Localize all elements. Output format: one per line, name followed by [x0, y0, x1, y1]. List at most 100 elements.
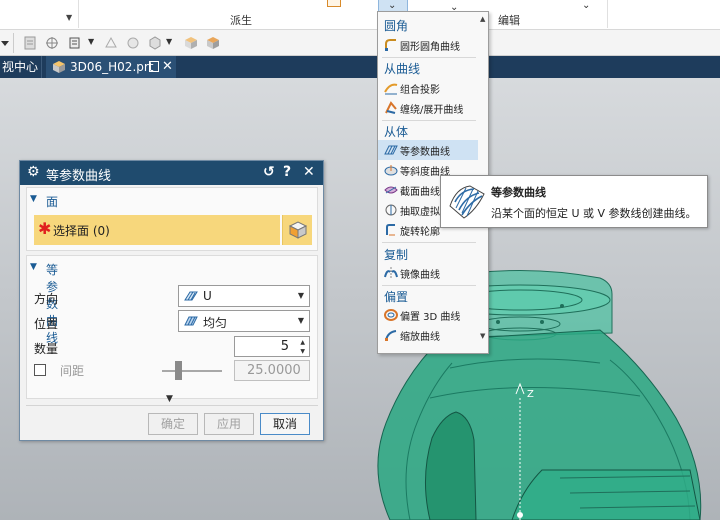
- view-tool-icon[interactable]: [103, 35, 119, 51]
- stepper-down-icon[interactable]: ▼: [300, 348, 305, 355]
- deselect-icon[interactable]: [22, 35, 38, 51]
- menu-item-mirror-curve[interactable]: 镜像曲线: [378, 263, 478, 283]
- ribbon-group-edit-label: 编辑: [498, 14, 520, 27]
- gear-icon[interactable]: ⚙: [27, 164, 40, 180]
- filter-caret-icon[interactable]: ▼: [88, 37, 94, 46]
- isoparametric-curve-dialog: ⚙ 等参数曲线 ↺ ? ✕ ▼ 面 ✱ 选择面 (0) ▼ 等参数曲线 方向 U…: [19, 160, 324, 441]
- spacing-input[interactable]: 25.0000: [234, 360, 310, 381]
- dialog-title-bar[interactable]: ⚙ 等参数曲线 ↺ ? ✕: [20, 161, 323, 185]
- spacing-slider-thumb[interactable]: [175, 361, 182, 380]
- toolbar-caret-icon[interactable]: [0, 35, 10, 51]
- tab-label: 视中心: [2, 60, 39, 74]
- menu-item-label: 旋转轮廓: [400, 227, 440, 238]
- select-face-label: 选择面 (0): [53, 224, 110, 238]
- menu-item-label: 缩放曲线: [400, 332, 440, 343]
- menu-item-circular-fillet-curve[interactable]: 圆形圆角曲线: [378, 35, 478, 55]
- ribbon-dropdown-caret[interactable]: ▼: [66, 13, 72, 22]
- render-caret-icon[interactable]: ▼: [166, 37, 172, 46]
- scale-curve-icon: [385, 330, 397, 341]
- uniform-spacing-icon: [184, 316, 198, 326]
- section-curve-icon: [384, 186, 398, 194]
- menu-item-wrap-unwrap[interactable]: 缠绕/展开曲线: [378, 98, 478, 118]
- menu-group-offset: 偏置: [384, 290, 409, 304]
- count-label: 数量: [34, 342, 59, 356]
- spacing-label: 间距: [60, 364, 85, 378]
- z-axis-label: Z: [527, 389, 534, 400]
- direction-dropdown[interactable]: U ▼: [178, 285, 310, 307]
- combined-projection-icon: [384, 83, 398, 95]
- modified-file-icon: [149, 61, 159, 72]
- offset-3d-curve-icon: [384, 309, 398, 321]
- spacing-value: 25.0000: [247, 363, 301, 378]
- layer-tool-icon[interactable]: [125, 35, 141, 51]
- menu-item-label: 截面曲线: [400, 187, 440, 198]
- dialog-divider: [26, 405, 318, 406]
- isoparametric-curve-icon: [449, 185, 485, 219]
- direction-value: U: [203, 289, 212, 303]
- render-tool-icon[interactable]: [147, 35, 163, 51]
- menu-item-label: 等参数曲线: [400, 147, 450, 158]
- face-selection-button[interactable]: [282, 215, 312, 245]
- menu-separator: [382, 285, 476, 286]
- section-box-icon[interactable]: [205, 35, 221, 51]
- spacing-checkbox[interactable]: [34, 364, 46, 376]
- help-icon[interactable]: ?: [283, 164, 291, 180]
- shaded-face-icon: [288, 221, 308, 239]
- extract-virtual-curve-icon: [385, 204, 397, 216]
- apply-button[interactable]: 应用: [204, 413, 254, 435]
- menu-separator: [382, 57, 476, 58]
- scroll-up-icon[interactable]: ▲: [480, 15, 485, 23]
- face-section-title: 面: [46, 195, 59, 209]
- ribbon-partial-icon[interactable]: [327, 0, 341, 7]
- required-star-icon: ✱: [38, 219, 52, 238]
- tooltip-title: 等参数曲线: [491, 186, 546, 199]
- close-icon[interactable]: ✕: [303, 164, 315, 180]
- menu-item-label: 镜像曲线: [400, 270, 440, 281]
- cancel-button[interactable]: 取消: [260, 413, 310, 435]
- menu-item-offset-3d-curve[interactable]: 偏置 3D 曲线: [378, 305, 478, 325]
- filter-icon[interactable]: [68, 35, 84, 51]
- close-tab-icon[interactable]: ✕: [162, 56, 173, 78]
- select-face-field[interactable]: ✱ 选择面 (0): [34, 215, 280, 245]
- stepper-up-icon[interactable]: ▲: [300, 339, 305, 346]
- ribbon: ▼ 派生 ⌄ ⌄ 编辑 ⌄: [0, 0, 720, 30]
- spacing-slider-track: [162, 370, 222, 372]
- shaded-box-icon[interactable]: [183, 35, 199, 51]
- document-tab-bar: 视中心 3D06_H02.prt ✕: [0, 56, 720, 78]
- more-options-icon[interactable]: ▼: [166, 394, 173, 404]
- menu-item-label: 圆形圆角曲线: [400, 42, 460, 53]
- ok-button[interactable]: 确定: [148, 413, 198, 435]
- menu-item-combined-projection[interactable]: 组合投影: [378, 78, 478, 98]
- tooltip-description: 沿某个面的恒定 U 或 V 参数线创建曲线。: [491, 207, 697, 220]
- isoparametric-curve-icon: [384, 145, 398, 155]
- collapse-triangle-icon: ▼: [30, 194, 37, 204]
- tab-view-center[interactable]: 视中心: [0, 56, 42, 78]
- chevron-down-icon: ▼: [297, 316, 304, 325]
- collapse-triangle-icon: ▼: [30, 262, 37, 272]
- snap-point-icon[interactable]: [44, 35, 60, 51]
- isoparametric-tooltip: 等参数曲线 沿某个面的恒定 U 或 V 参数线创建曲线。: [440, 175, 708, 228]
- menu-group-from-curve: 从曲线: [384, 62, 421, 76]
- position-dropdown[interactable]: 均匀 ▼: [178, 310, 310, 332]
- reset-icon[interactable]: ↺: [263, 164, 275, 180]
- direction-label: 方向: [34, 292, 59, 306]
- ribbon-divider: [607, 0, 608, 28]
- position-label: 位置: [34, 317, 59, 331]
- ribbon-group-derived-label: 派生: [230, 14, 252, 27]
- rotate-profile-icon: [386, 224, 395, 236]
- menu-item-scale-curve[interactable]: 缩放曲线: [378, 325, 478, 345]
- wrap-unwrap-curve-icon: [385, 101, 397, 114]
- chevron-down-icon: ▼: [297, 291, 304, 300]
- menu-separator: [382, 120, 476, 121]
- ribbon-edit-expand-icon[interactable]: ⌄: [582, 0, 590, 11]
- count-stepper[interactable]: 5 ▲ ▼: [234, 336, 310, 357]
- tab-label: 3D06_H02.prt: [70, 60, 154, 74]
- u-direction-icon: [184, 291, 198, 301]
- menu-group-copy: 复制: [384, 248, 409, 262]
- selection-toolbar: ▼ ▼: [0, 30, 720, 56]
- isocline-curve-icon: [384, 165, 398, 176]
- ribbon-divider: [78, 0, 79, 28]
- position-value: 均匀: [203, 316, 228, 330]
- scroll-down-icon[interactable]: ▼: [480, 332, 485, 340]
- menu-item-isoparametric-curve[interactable]: 等参数曲线: [378, 140, 478, 160]
